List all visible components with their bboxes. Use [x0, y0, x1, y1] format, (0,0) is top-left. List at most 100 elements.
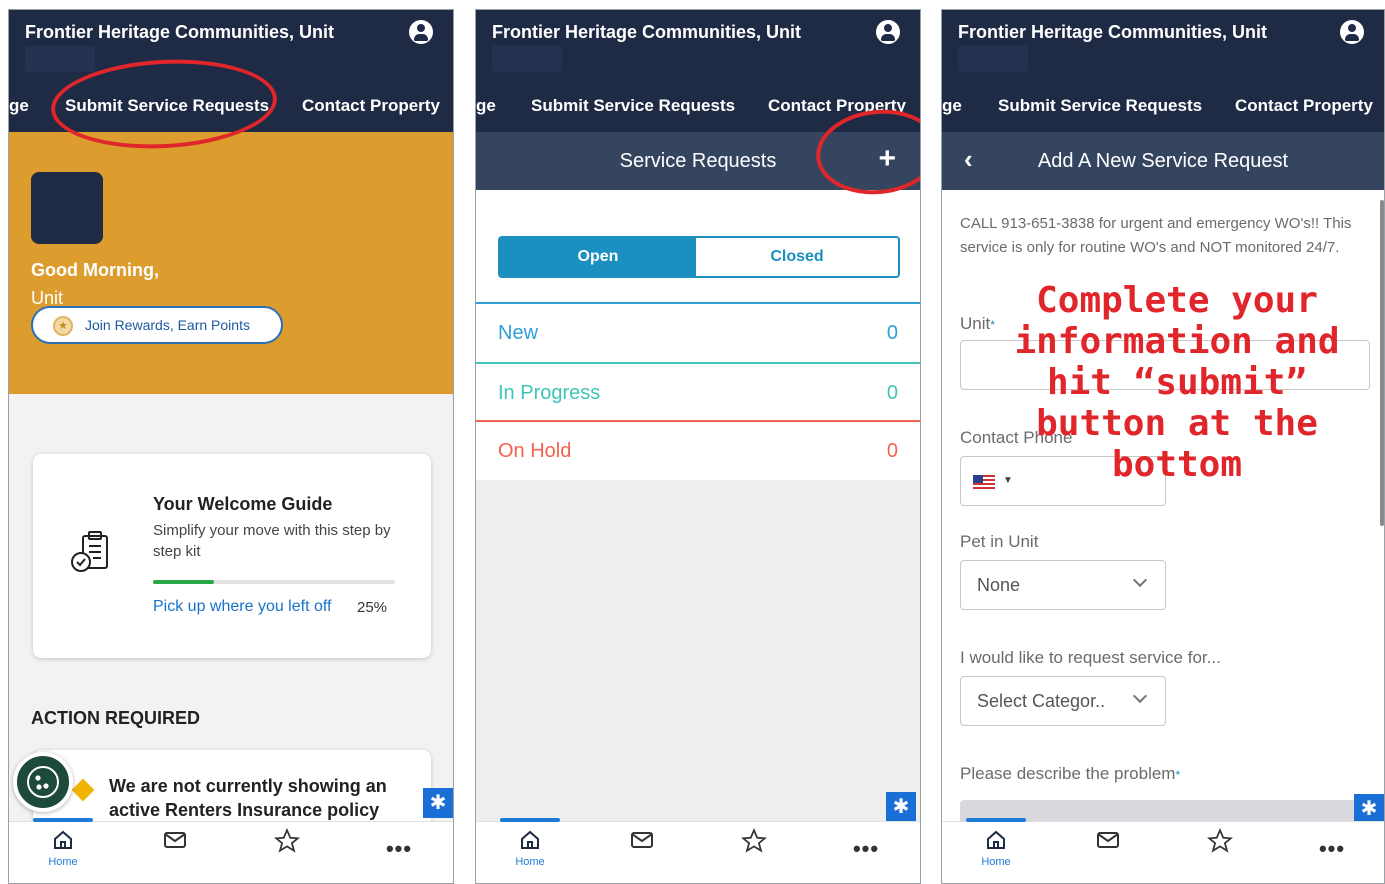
- guide-progress-text: 25%: [357, 599, 388, 616]
- empty-area: [476, 480, 920, 821]
- status-count: 0: [886, 322, 898, 344]
- accessibility-icon[interactable]: ✱: [886, 792, 916, 822]
- mail-icon: [631, 832, 653, 848]
- pet-in-unit-label: Pet in Unit: [960, 532, 1039, 551]
- service-for-label: I would like to request service for...: [960, 648, 1221, 667]
- bottom-nav: Home •••: [476, 818, 920, 883]
- welcome-guide-card[interactable]: Your Welcome Guide Simplify your move wi…: [33, 454, 431, 658]
- insurance-alert-text: We are not currently showing an active R…: [109, 776, 387, 820]
- pet-select-value: None: [977, 575, 1021, 595]
- action-required-heading: ACTION REQUIRED: [31, 708, 201, 728]
- tab-partial[interactable]: ge: [476, 96, 496, 116]
- scrollbar[interactable]: [1380, 200, 1384, 526]
- nav-home[interactable]: Home: [966, 828, 1026, 868]
- welcome-banner: Good Morning, Unit ★ Join Rewards, Earn …: [9, 132, 453, 394]
- home-content: Your Welcome Guide Simplify your move wi…: [9, 394, 453, 870]
- guide-progress-bar: [153, 580, 395, 584]
- app-title: Frontier Heritage Communities, Unit: [958, 22, 1268, 42]
- nav-home[interactable]: Home: [500, 828, 560, 868]
- star-icon: [1207, 828, 1233, 853]
- problem-label: Please describe the problem*: [960, 764, 1181, 783]
- bottom-nav: Home •••: [942, 818, 1384, 883]
- home-icon: [521, 830, 539, 849]
- tab-submit-service-requests[interactable]: Submit Service Requests: [998, 96, 1202, 116]
- app-header: Frontier Heritage Communities, Unit: [476, 10, 920, 82]
- status-count: 0: [886, 382, 898, 404]
- category-select[interactable]: Select Categor..: [960, 676, 1166, 726]
- home-screen: Frontier Heritage Communities, Unit ge S…: [8, 9, 454, 884]
- join-rewards-button[interactable]: ★ Join Rewards, Earn Points: [31, 306, 283, 344]
- status-label: New: [498, 322, 539, 344]
- avatar: [31, 172, 103, 244]
- account-icon[interactable]: [409, 20, 433, 44]
- greeting-text: Good Morning,: [31, 260, 159, 280]
- tab-partial[interactable]: ge: [9, 96, 29, 116]
- app-title: Frontier Heritage Communities, Unit: [25, 22, 335, 42]
- chevron-down-icon: [1132, 572, 1148, 588]
- nav-messages[interactable]: [145, 828, 205, 852]
- top-tab-strip: ge Submit Service Requests Contact Prope…: [942, 82, 1384, 132]
- tab-contact-property[interactable]: Contact Property: [1235, 96, 1373, 116]
- app-title: Frontier Heritage Communities, Unit: [492, 22, 802, 42]
- clipboard-check-icon: [69, 530, 115, 581]
- instruction-annotation: Complete your information and hit “submi…: [1014, 280, 1340, 485]
- page-title: Add A New Service Request: [1037, 150, 1289, 172]
- list-item-new[interactable]: New 0: [476, 302, 920, 360]
- tab-partial[interactable]: ge: [942, 96, 962, 116]
- home-icon: [987, 830, 1005, 849]
- nav-favorites[interactable]: [724, 828, 784, 854]
- nav-home-label: Home: [48, 856, 78, 868]
- segment-closed[interactable]: Closed: [696, 238, 898, 276]
- new-request-header: ‹ Add A New Service Request: [942, 132, 1384, 190]
- star-icon: [274, 828, 300, 853]
- status-count: 0: [886, 440, 898, 462]
- tab-submit-service-requests[interactable]: Submit Service Requests: [531, 96, 735, 116]
- guide-subtitle: Simplify your move with this step by ste…: [153, 522, 391, 560]
- list-item-on-hold[interactable]: On Hold 0: [476, 420, 920, 478]
- nav-messages[interactable]: [1078, 828, 1138, 852]
- nav-favorites[interactable]: [257, 828, 317, 854]
- account-icon[interactable]: [1340, 20, 1364, 44]
- mail-icon: [164, 832, 186, 848]
- guide-progress-fill: [153, 580, 214, 584]
- service-requests-screen: Frontier Heritage Communities, Unit ge S…: [475, 9, 921, 884]
- status-segmented-control: Open Closed: [498, 236, 900, 278]
- nav-home[interactable]: Home: [33, 828, 93, 868]
- star-coin-icon: ★: [53, 316, 73, 336]
- nav-more[interactable]: •••: [369, 828, 429, 862]
- more-icon: •••: [852, 836, 880, 861]
- nav-home-label: Home: [515, 856, 545, 868]
- accessibility-icon[interactable]: ✱: [423, 788, 453, 818]
- nav-messages[interactable]: [612, 828, 672, 852]
- warning-icon: [71, 778, 95, 802]
- nav-more[interactable]: •••: [836, 828, 896, 862]
- star-icon: [741, 828, 767, 853]
- new-service-request-screen: Frontier Heritage Communities, Unit ge S…: [941, 9, 1385, 884]
- emergency-notice: CALL 913-651-3838 for urgent and emergen…: [960, 215, 1352, 256]
- nav-more[interactable]: •••: [1302, 828, 1362, 862]
- app-header: Frontier Heritage Communities, Unit: [942, 10, 1384, 82]
- nav-favorites[interactable]: [1190, 828, 1250, 854]
- nav-home-label: Home: [981, 856, 1011, 868]
- pet-select[interactable]: None: [960, 560, 1166, 610]
- accessibility-icon[interactable]: ✱: [1354, 794, 1384, 824]
- cookie-settings-button[interactable]: [13, 752, 73, 812]
- redacted-address: [492, 46, 562, 72]
- guide-title: Your Welcome Guide: [153, 494, 333, 514]
- tab-contact-property[interactable]: Contact Property: [302, 96, 440, 116]
- redacted-address: [958, 46, 1028, 72]
- active-tab-indicator: [33, 818, 93, 822]
- active-tab-indicator: [500, 818, 560, 822]
- category-select-value: Select Categor..: [977, 691, 1106, 711]
- status-label: On Hold: [498, 440, 572, 462]
- active-tab-indicator: [966, 818, 1026, 822]
- status-label: In Progress: [498, 382, 601, 404]
- bottom-nav: Home •••: [9, 818, 453, 883]
- mail-icon: [1097, 832, 1119, 848]
- account-icon[interactable]: [876, 20, 900, 44]
- list-item-in-progress[interactable]: In Progress 0: [476, 362, 920, 420]
- resume-guide-link[interactable]: Pick up where you left off: [153, 598, 331, 616]
- more-icon: •••: [1318, 836, 1346, 861]
- segment-open[interactable]: Open: [500, 238, 696, 276]
- rewards-label: Join Rewards, Earn Points: [85, 317, 250, 333]
